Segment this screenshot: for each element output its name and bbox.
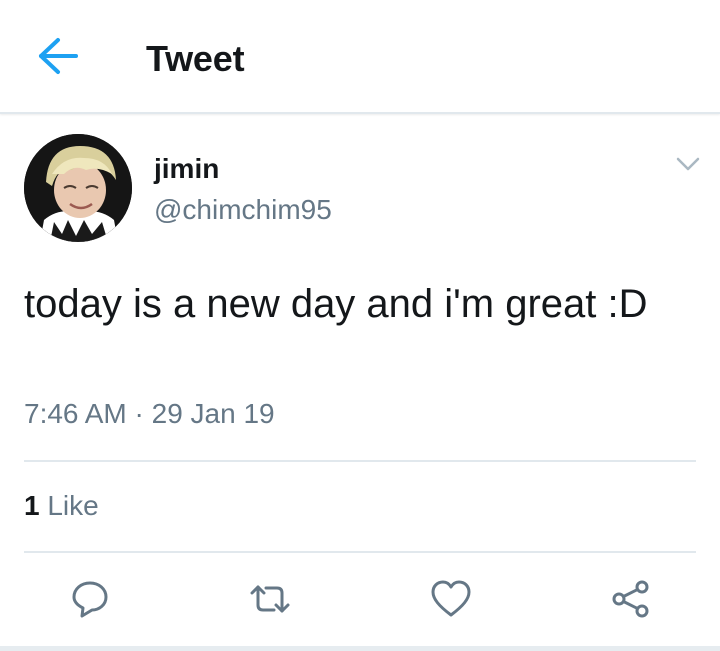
bottom-border [0,646,720,651]
reply-button[interactable] [66,575,114,623]
reply-icon [72,581,108,618]
tweet-date: 29 Jan 19 [151,398,275,429]
back-button[interactable] [30,36,82,76]
share-button[interactable] [607,575,655,623]
timestamp-separator: · [134,398,144,429]
divider [24,551,696,553]
tweet-timestamp: 7:46 AM · 29 Jan 19 [24,398,275,430]
back-arrow-icon [39,38,78,74]
like-button[interactable] [427,575,475,623]
chevron-down-icon [676,157,700,171]
avatar[interactable] [24,134,132,242]
tweet-time: 7:46 AM [24,398,127,429]
tweet-text: today is a new day and i'm great :D [24,282,648,326]
heart-icon [431,580,471,617]
share-icon [612,580,649,618]
likes-count[interactable]: 1 Like [24,490,99,522]
retweet-button[interactable] [246,575,294,623]
divider [24,460,696,462]
like-count: 1 [24,490,40,521]
author-name[interactable]: jimin [154,153,219,185]
tweet-menu-button[interactable] [672,152,704,176]
retweet-icon [250,585,290,613]
app-header: Tweet [0,0,720,114]
page-title: Tweet [146,38,245,79]
avatar-photo [24,134,132,242]
like-label: Like [47,490,99,521]
author-handle[interactable]: @chimchim95 [154,194,332,226]
